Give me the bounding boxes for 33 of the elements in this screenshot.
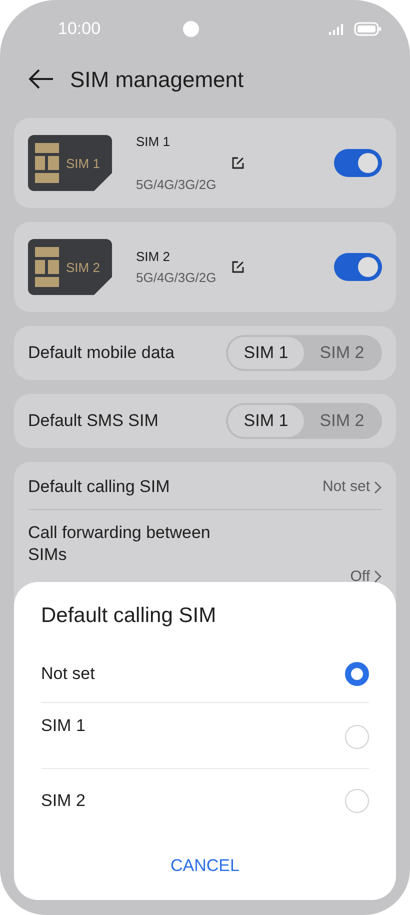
segment-option[interactable]: SIM 1	[228, 337, 304, 369]
sim-toggle[interactable]	[334, 149, 382, 177]
sim-name: SIM 2	[136, 248, 171, 266]
back-button[interactable]	[28, 69, 54, 89]
chevron-icon[interactable]	[374, 570, 382, 584]
battery-icon	[354, 22, 382, 36]
page-title: SIM management	[70, 66, 244, 94]
edit-icon[interactable]	[232, 156, 244, 169]
radio-option[interactable]: Not set	[41, 646, 369, 702]
sim-chip-icon: SIM 2	[28, 239, 112, 295]
cancel-button[interactable]: CANCEL	[164, 852, 246, 879]
sim-toggle[interactable]	[334, 253, 382, 281]
setting-label: Default calling SIM	[28, 476, 170, 498]
segment-option[interactable]: SIM 1	[228, 405, 304, 437]
setting-label: Default SMS SIM	[28, 410, 158, 432]
edit-icon[interactable]	[232, 260, 244, 273]
radio-option[interactable]: SIM 1	[41, 702, 369, 768]
setting-label: Call forwarding between SIMs	[28, 522, 212, 566]
chevron-icon[interactable]	[374, 480, 382, 494]
radio-option[interactable]: SIM 2	[41, 768, 369, 834]
sim-name: SIM 1	[136, 132, 171, 150]
segment-option[interactable]: SIM 2	[304, 405, 380, 437]
setting-value[interactable]: Not set	[322, 476, 370, 498]
signal-icon	[329, 23, 346, 35]
network-types: 5G/4G/3G/2G	[136, 269, 216, 287]
status-time: 10:00	[58, 18, 101, 40]
back-arrow-icon	[28, 69, 54, 89]
sim-chip-icon: SIM 1	[28, 135, 112, 191]
camera-hole	[182, 21, 199, 37]
segment-option[interactable]: SIM 2	[304, 337, 380, 369]
setting-label: Default mobile data	[28, 342, 174, 364]
dialog-title: Default calling SIM	[41, 603, 218, 629]
network-types: 5G/4G/3G/2G	[136, 176, 216, 194]
